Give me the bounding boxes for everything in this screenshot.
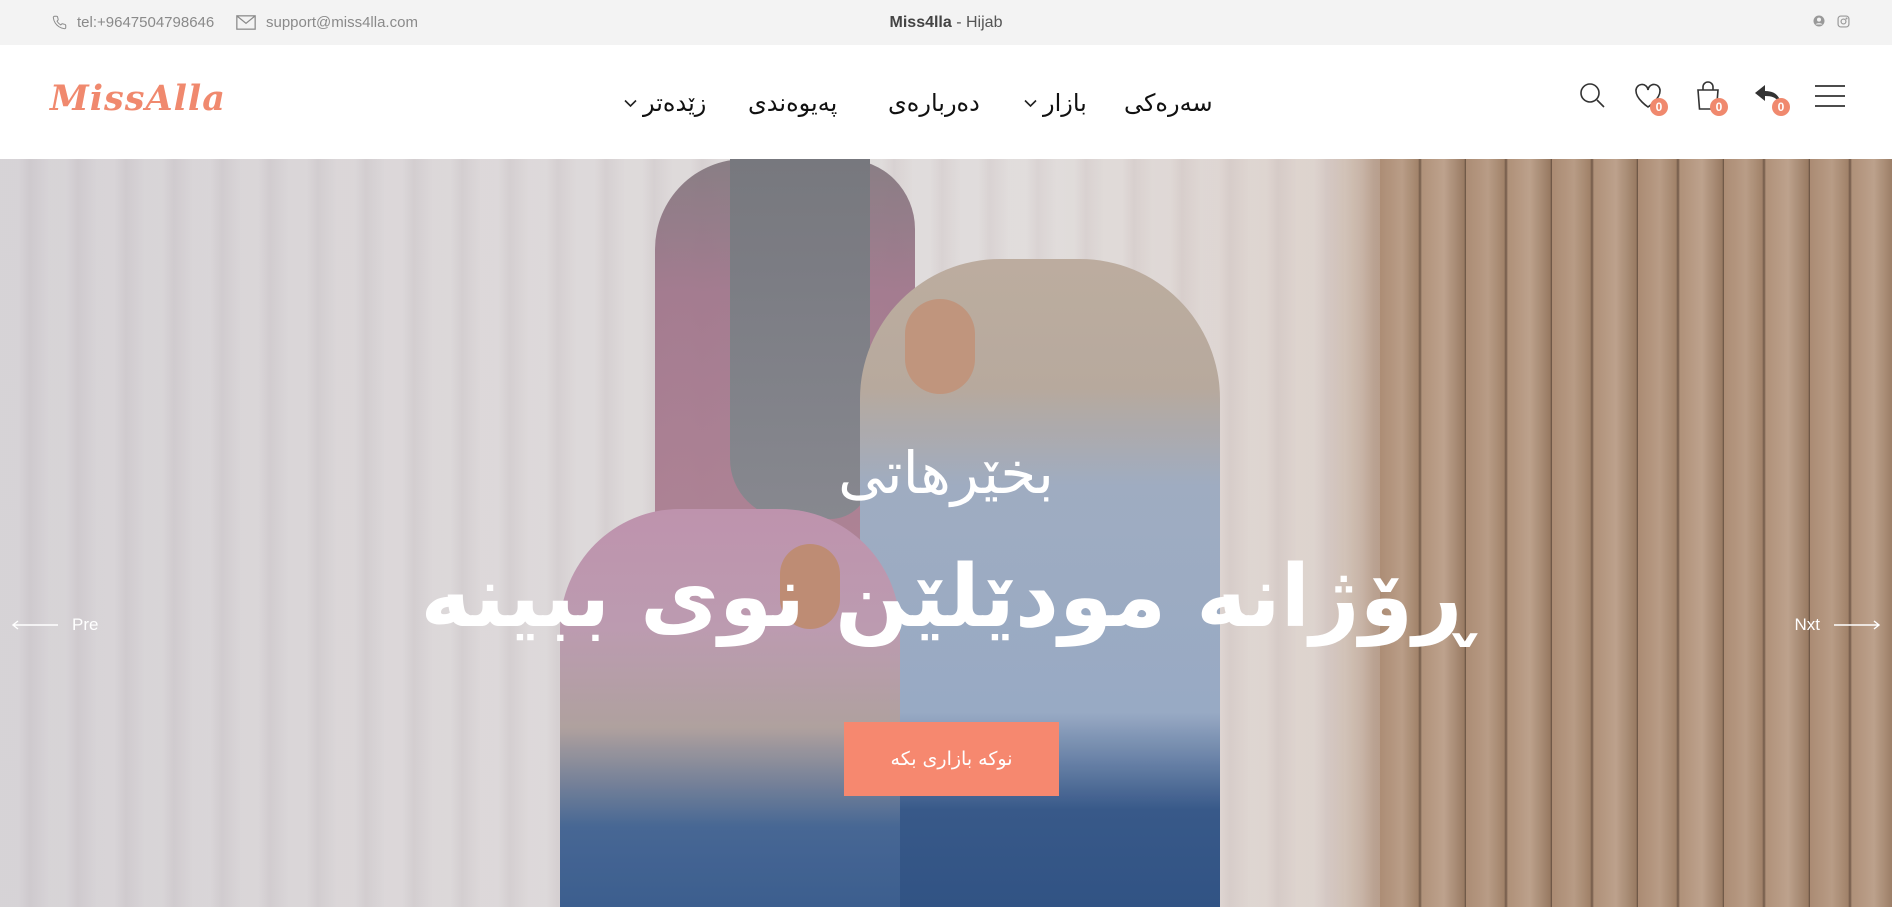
cart-button[interactable]: 0 <box>1692 80 1728 116</box>
cart-count-badge: 0 <box>1710 98 1728 116</box>
phone-icon <box>52 15 67 30</box>
social-links <box>1812 14 1850 28</box>
wishlist-button[interactable]: 0 <box>1632 80 1668 116</box>
mail-icon <box>236 15 256 30</box>
compare-button[interactable]: 0 <box>1752 80 1790 116</box>
nav-more-label: زێدەتر <box>643 89 707 117</box>
nav-item-shop[interactable]: بازار <box>1024 83 1087 123</box>
phone-contact[interactable]: tel:+9647504798646 <box>52 0 214 45</box>
next-label: Nxt <box>1794 615 1821 634</box>
search-button[interactable] <box>1576 79 1608 111</box>
nav-item-more[interactable]: زێدەتر <box>624 83 706 123</box>
slider-prev-button[interactable]: Pre <box>12 615 98 635</box>
main-header: MissAlla سەرەکی بازار دەربارەی پەیوەندی … <box>0 45 1892 159</box>
arrow-right-icon <box>1834 620 1880 630</box>
search-icon <box>1580 83 1605 108</box>
nav-home-label: سەرەکی <box>1124 89 1213 117</box>
user-circle-icon[interactable] <box>1812 14 1826 28</box>
nav-item-about[interactable]: دەربارەی <box>888 83 980 123</box>
nav-contact-label: پەیوەندی <box>748 89 838 117</box>
instagram-icon[interactable] <box>1836 14 1850 28</box>
hero-headline: ڕۆژانە مودێلێن نوی ببینە <box>420 547 1472 647</box>
hero-welcome-text: بخێرهاتی <box>838 439 1054 507</box>
site-name: Miss4lla <box>889 14 952 31</box>
prev-label: Pre <box>72 615 99 634</box>
email-contact[interactable]: support@miss4lla.com <box>236 0 418 45</box>
hero-slider: بخێرهاتی ڕۆژانە مودێلێن نوی ببینە نوکە ب… <box>0 159 1892 907</box>
main-nav: سەرەکی بازار دەربارەی پەیوەندی زێدەتر <box>0 83 1892 123</box>
top-bar: tel:+9647504798646 support@miss4lla.com … <box>0 0 1892 45</box>
shop-now-button[interactable]: نوکە بازاری بکە <box>844 722 1059 796</box>
nav-about-label: دەربارەی <box>888 89 980 117</box>
nav-item-contact[interactable]: پەیوەندی <box>748 83 837 123</box>
menu-button[interactable] <box>1814 80 1846 112</box>
arrow-left-icon <box>12 620 58 630</box>
site-suffix: - Hijab <box>951 14 1003 31</box>
phone-text: tel:+9647504798646 <box>77 14 215 31</box>
wishlist-count-badge: 0 <box>1650 98 1668 116</box>
chevron-down-icon <box>624 99 637 108</box>
slider-next-button[interactable]: Nxt <box>1794 615 1880 635</box>
nav-shop-label: بازار <box>1043 89 1087 117</box>
nav-item-home[interactable]: سەرەکی <box>1124 83 1213 123</box>
email-text: support@miss4lla.com <box>266 14 418 31</box>
compare-count-badge: 0 <box>1772 98 1790 116</box>
hamburger-menu-icon <box>1815 85 1845 107</box>
chevron-down-icon <box>1024 99 1037 108</box>
